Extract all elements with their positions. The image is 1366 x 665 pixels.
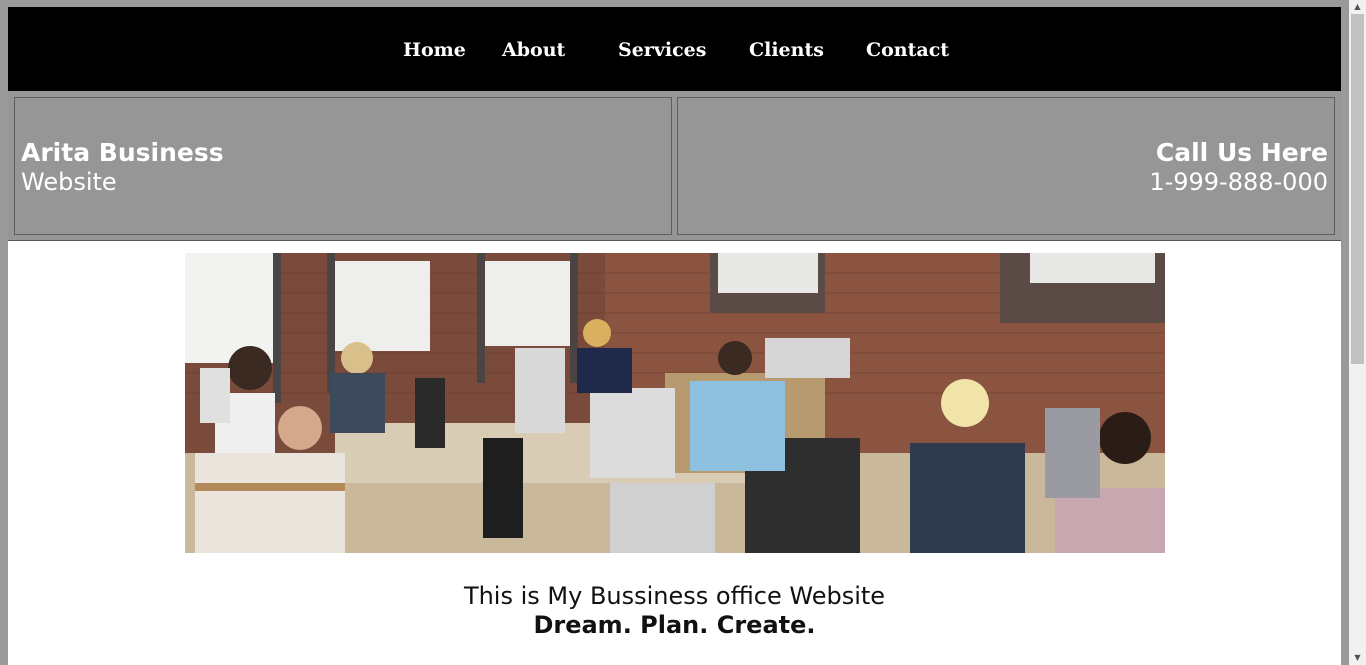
call-phone: 1-999-888-000 xyxy=(1149,168,1328,196)
nav-link-home[interactable]: Home xyxy=(403,38,466,62)
site-motto: Dream. Plan. Create. xyxy=(533,611,816,639)
scrollbar-thumb[interactable] xyxy=(1351,14,1364,364)
brand-box: Arita Business Website xyxy=(14,97,672,235)
site-tagline: This is My Bussiness office Website xyxy=(463,582,886,610)
nav-link-contact[interactable]: Contact xyxy=(866,38,949,62)
vertical-scrollbar[interactable]: ▲ ▼ xyxy=(1349,0,1366,665)
nav-link-clients[interactable]: Clients xyxy=(749,38,824,62)
header-band: Arita Business Website Call Us Here 1-99… xyxy=(8,91,1341,241)
page-container: Home About Services Clients Contact Arit… xyxy=(8,7,1341,665)
call-title: Call Us Here xyxy=(1155,138,1328,167)
office-photo-illustration xyxy=(185,253,1165,553)
scroll-down-arrow-icon[interactable]: ▼ xyxy=(1349,651,1366,665)
brand-subtitle: Website xyxy=(21,168,117,196)
nav-link-services[interactable]: Services xyxy=(618,38,706,62)
top-navbar: Home About Services Clients Contact xyxy=(8,7,1341,91)
scroll-up-arrow-icon[interactable]: ▲ xyxy=(1349,0,1366,14)
hero-office-photo xyxy=(185,253,1165,553)
nav-link-about[interactable]: About xyxy=(502,38,565,62)
brand-title: Arita Business xyxy=(21,138,224,167)
contact-box: Call Us Here 1-999-888-000 xyxy=(677,97,1335,235)
